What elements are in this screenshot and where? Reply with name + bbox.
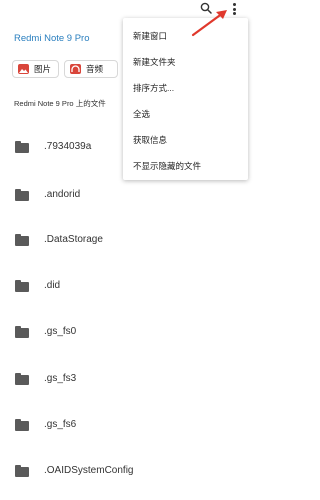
menu-item-sort-by[interactable]: 排序方式... [133,82,174,94]
menu-item-hide-hidden-files[interactable]: 不显示隐藏的文件 [133,160,201,172]
menu-item-get-info[interactable]: 获取信息 [133,134,167,146]
folder-icon [15,373,29,385]
file-name: .andorid [44,189,81,200]
folder-icon [15,234,29,246]
more-vert-icon[interactable] [231,3,237,16]
chip-label: 图片 [34,64,52,74]
folder-icon [15,141,29,153]
list-item[interactable]: .gs_fs6 [0,410,250,440]
arrow-annotation [191,10,227,37]
chip-images[interactable]: 图片 [12,60,59,78]
section-title: Redmi Note 9 Pro 上的文件 [14,99,106,108]
folder-icon [15,280,29,292]
file-name: .OAIDSystemConfig [44,465,134,476]
list-item[interactable]: .did [0,271,250,301]
menu-item-new-folder[interactable]: 新建文件夹 [133,56,176,68]
list-item[interactable]: .andorid [0,180,250,210]
file-name: .7934039a [44,141,92,152]
overflow-menu: 新建窗口 新建文件夹 排序方式... 全选 获取信息 不显示隐藏的文件 [123,18,248,180]
file-name: .gs_fs6 [44,419,77,430]
list-item[interactable]: .OAIDSystemConfig [0,456,250,486]
menu-item-new-window[interactable]: 新建窗口 [133,30,167,42]
folder-icon [15,326,29,338]
headphones-icon [70,64,81,74]
device-title[interactable]: Redmi Note 9 Pro [14,33,90,44]
chip-label: 音频 [86,64,104,74]
menu-item-select-all[interactable]: 全选 [133,108,150,120]
folder-icon [15,189,29,201]
list-item[interactable]: .gs_fs3 [0,364,250,394]
chip-audio[interactable]: 音频 [64,60,118,78]
list-item[interactable]: .gs_fs0 [0,317,250,347]
folder-icon [15,465,29,477]
file-name: .gs_fs0 [44,326,77,337]
folder-icon [15,419,29,431]
file-name: .DataStorage [44,234,103,245]
file-name: .did [44,280,61,291]
file-name: .gs_fs3 [44,373,77,384]
image-icon [18,64,29,74]
list-item[interactable]: .DataStorage [0,225,250,255]
